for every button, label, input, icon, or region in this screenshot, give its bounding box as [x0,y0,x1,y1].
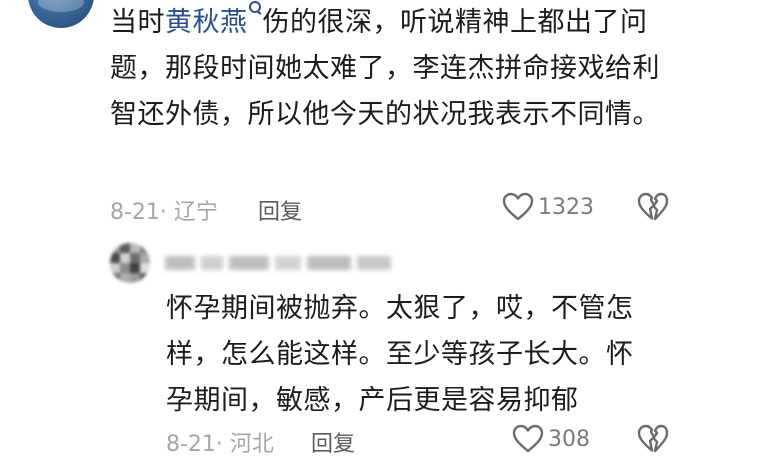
reply-username-blurred[interactable] [165,250,395,276]
reply-avatar[interactable] [110,243,150,283]
search-icon[interactable] [248,1,261,17]
like-count: 1323 [538,194,594,220]
comment-time-location: 8-21· 辽宁 [110,200,218,225]
reply-comment-text: 怀孕期间被抛弃。太狠了，哎，不管怎样，怎么能这样。至少等孩子长大。怀孕期间，敏感… [166,293,634,416]
reply-like-count: 308 [548,426,590,452]
comment-text-before: 当时 [110,7,165,38]
heart-icon [502,192,534,221]
reply-like-button[interactable]: 308 [512,424,590,454]
reply-comment-meta: 8-21· 河北 回复 308 [166,424,670,458]
heart-icon [512,424,544,453]
like-button[interactable]: 1323 [502,192,594,222]
broken-heart-icon [637,424,669,453]
reply-reply-button[interactable]: 回复 [311,426,355,458]
reply-dislike-button[interactable] [637,424,669,460]
user-mention-link[interactable]: 黄秋燕 [165,7,248,38]
broken-heart-icon [637,192,669,221]
main-comment-meta: 8-21· 辽宁 回复 1323 [110,192,670,226]
commenter-avatar[interactable] [28,0,94,28]
main-comment-text: 当时黄秋燕 伤的很深，听说精神上都出了问题，那段时间她太难了，李连杰拼命接戏给利智… [110,0,670,138]
dislike-button[interactable] [637,192,669,228]
main-comment: 当时黄秋燕 伤的很深，听说精神上都出了问题，那段时间她太难了，李连杰拼命接戏给利智… [110,0,670,138]
reply-time-location: 8-21· 河北 [166,432,274,457]
reply-button[interactable]: 回复 [258,194,302,226]
